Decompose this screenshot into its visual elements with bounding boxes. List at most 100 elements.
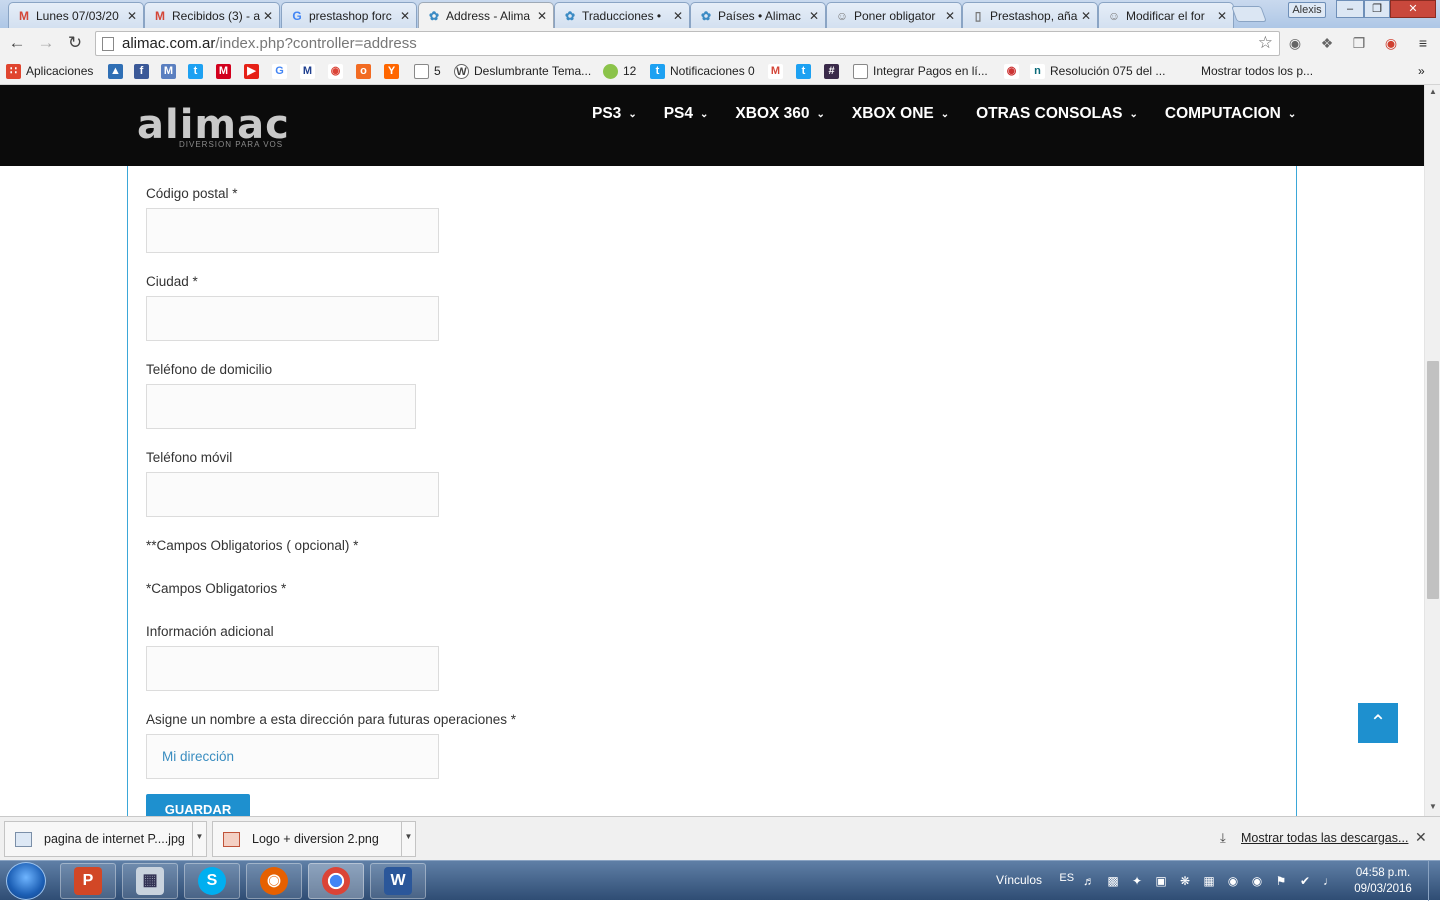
back-arrow-icon[interactable]: ← [6,33,28,53]
bookmark-deslumbrante[interactable]: W Deslumbrante Tema... [454,62,591,80]
close-tab-icon[interactable]: ✕ [398,9,410,23]
bookmark-icon-only[interactable]: M [161,62,181,80]
alimac-logo[interactable]: alimac DIVERSION PARA VOS [137,102,317,152]
bookmark-12[interactable]: 12 [603,62,636,80]
speaker-icon[interactable]: ♩ [1322,874,1336,888]
page-scrollbar[interactable]: ▲ ▼ [1424,85,1440,816]
bookmark-resolucion[interactable]: n Resolución 075 del ... [1030,62,1165,80]
save-button[interactable]: GUARDAR [146,794,250,816]
network-signal-icon[interactable]: ▩ [1106,874,1120,888]
tab[interactable]: M Lunes 07/03/20 ✕ [8,2,144,28]
taskbar-calculator[interactable]: ▦ [122,863,178,899]
minimize-button[interactable]: – [1336,0,1364,18]
tab[interactable]: ▯ Prestashop, aña ✕ [962,2,1098,28]
chevron-down-icon[interactable]: ▼ [401,822,415,856]
close-tab-icon[interactable]: ✕ [671,9,683,23]
bookmark-integrar-pagos[interactable]: Integrar Pagos en lí... [853,62,988,80]
mobile-phone-input[interactable] [146,472,439,517]
bookmark-icon-only[interactable]: M [300,62,320,80]
close-tab-icon[interactable]: ✕ [1215,9,1227,23]
city-input[interactable] [146,296,439,341]
links-toolbar-label[interactable]: Vínculos [996,873,1042,887]
bookmark-icon-only[interactable]: M [216,62,236,80]
new-tab-button[interactable] [1231,6,1267,22]
bookmark-5[interactable]: 5 [414,62,441,80]
bookmark-icon-only[interactable]: o [356,62,376,80]
close-tab-icon[interactable]: ✕ [1079,9,1091,23]
close-tab-icon[interactable]: ✕ [261,9,273,23]
bookmark-icon-only[interactable]: M [768,62,788,80]
additional-info-input[interactable] [146,646,439,691]
bookmark-overflow-chevron-icon[interactable]: » [1418,62,1425,80]
maximize-button[interactable]: ❐ [1364,0,1390,18]
close-icon[interactable]: ✕ [1415,829,1427,846]
copy-icon[interactable]: ❐ [1350,34,1368,52]
bookmark-star-icon[interactable]: ☆ [1258,33,1273,53]
clock[interactable]: 04:58 p.m. 09/03/2016 [1350,865,1416,897]
menu-item-xbox-360[interactable]: XBOX 360 ⌄ [735,105,825,123]
start-button[interactable] [6,862,46,900]
dropbox-icon[interactable]: ❖ [1318,34,1336,52]
bookmark-icon-only[interactable]: ◉ [328,62,348,80]
language-indicator[interactable]: ES [1059,872,1074,884]
scroll-up-arrow-icon[interactable]: ▲ [1429,87,1437,96]
menu-icon[interactable]: ≡ [1414,34,1432,52]
close-tab-icon[interactable]: ✕ [125,9,137,23]
bookmark-apps[interactable]: ∷ Aplicaciones [6,62,93,80]
tray-app-icon[interactable]: ◉ [1250,874,1264,888]
bookmark-icon-only[interactable]: Y [384,62,404,80]
scrollbar-thumb[interactable] [1427,361,1439,599]
flag-icon[interactable]: ⚑ [1274,874,1288,888]
volume-icon[interactable]: ♬ [1082,874,1096,888]
close-window-button[interactable]: ✕ [1390,0,1436,18]
windows-logo-icon[interactable]: ▦ [1202,874,1216,888]
scroll-down-arrow-icon[interactable]: ▼ [1429,802,1437,811]
tab[interactable]: ✿ Países • Alimac ✕ [690,2,826,28]
bookmark-icon-only[interactable]: t [796,62,816,80]
camera-icon[interactable]: ◉ [1286,34,1304,52]
taskbar-firefox[interactable]: ◉ [246,863,302,899]
bookmark-icon-only[interactable]: G [272,62,292,80]
chevron-down-icon[interactable]: ▼ [192,822,206,856]
taskbar-chrome[interactable] [308,863,364,899]
bookmark-icon-only[interactable]: f [134,62,154,80]
bookmark-icon-only[interactable]: ▲ [108,62,128,80]
scroll-to-top-button[interactable]: ⌃ [1358,703,1398,743]
security-icon[interactable]: ✔ [1298,874,1312,888]
tray-app-icon[interactable]: ❋ [1178,874,1192,888]
bookmark-icon-only[interactable]: ▶ [244,62,264,80]
tab[interactable]: ✿ Traducciones • ✕ [554,2,690,28]
taskbar-word[interactable]: W [370,863,426,899]
bookmark-icon-only[interactable]: ◉ [1004,62,1024,80]
menu-item-otras-consolas[interactable]: OTRAS CONSOLAS ⌄ [976,105,1138,123]
menu-item-xbox-one[interactable]: XBOX ONE ⌄ [852,105,949,123]
bookmark-icon-only[interactable]: # [824,62,844,80]
tab[interactable]: M Recibidos (3) - a ✕ [144,2,280,28]
close-tab-icon[interactable]: ✕ [943,9,955,23]
taskbar-skype[interactable]: S [184,863,240,899]
tray-app-icon[interactable]: ▣ [1154,874,1168,888]
extension-icon[interactable]: ◉ [1382,34,1400,52]
menu-item-ps4[interactable]: PS4 ⌄ [664,105,709,123]
address-bar[interactable]: alimac.com.ar/index.php?controller=addre… [95,31,1280,56]
tab[interactable]: ☺ Modificar el for ✕ [1098,2,1234,28]
download-item[interactable]: pagina de internet P....jpg ▼ [4,821,207,857]
tab[interactable]: Gprestashop forc ✕ [281,2,417,28]
close-tab-icon[interactable]: ✕ [807,9,819,23]
user-profile-button[interactable]: Alexis [1288,2,1326,18]
forward-arrow-icon[interactable]: → [35,33,57,53]
chrome-icon[interactable]: ◉ [1226,874,1240,888]
tray-app-icon[interactable]: ✦ [1130,874,1144,888]
tab[interactable]: ☺ Poner obligator ✕ [826,2,962,28]
download-item[interactable]: Logo + diversion 2.png ▼ [212,821,416,857]
bookmark-icon-only[interactable]: t [188,62,208,80]
taskbar-powerpoint[interactable]: P [60,863,116,899]
show-all-downloads-link[interactable]: Mostrar todas las descargas... [1241,831,1408,845]
menu-item-ps3[interactable]: PS3 ⌄ [592,105,637,123]
tab[interactable]: ✿ Address - Alima ✕ [418,2,554,28]
bookmark-show-all[interactable]: Mostrar todos los p... [1201,62,1313,80]
bookmark-notificaciones[interactable]: t Notificaciones 0 [650,62,755,80]
reload-icon[interactable]: ↻ [64,33,86,53]
menu-item-computacion[interactable]: COMPUTACION ⌄ [1165,105,1296,123]
show-desktop-button[interactable] [1428,861,1440,901]
